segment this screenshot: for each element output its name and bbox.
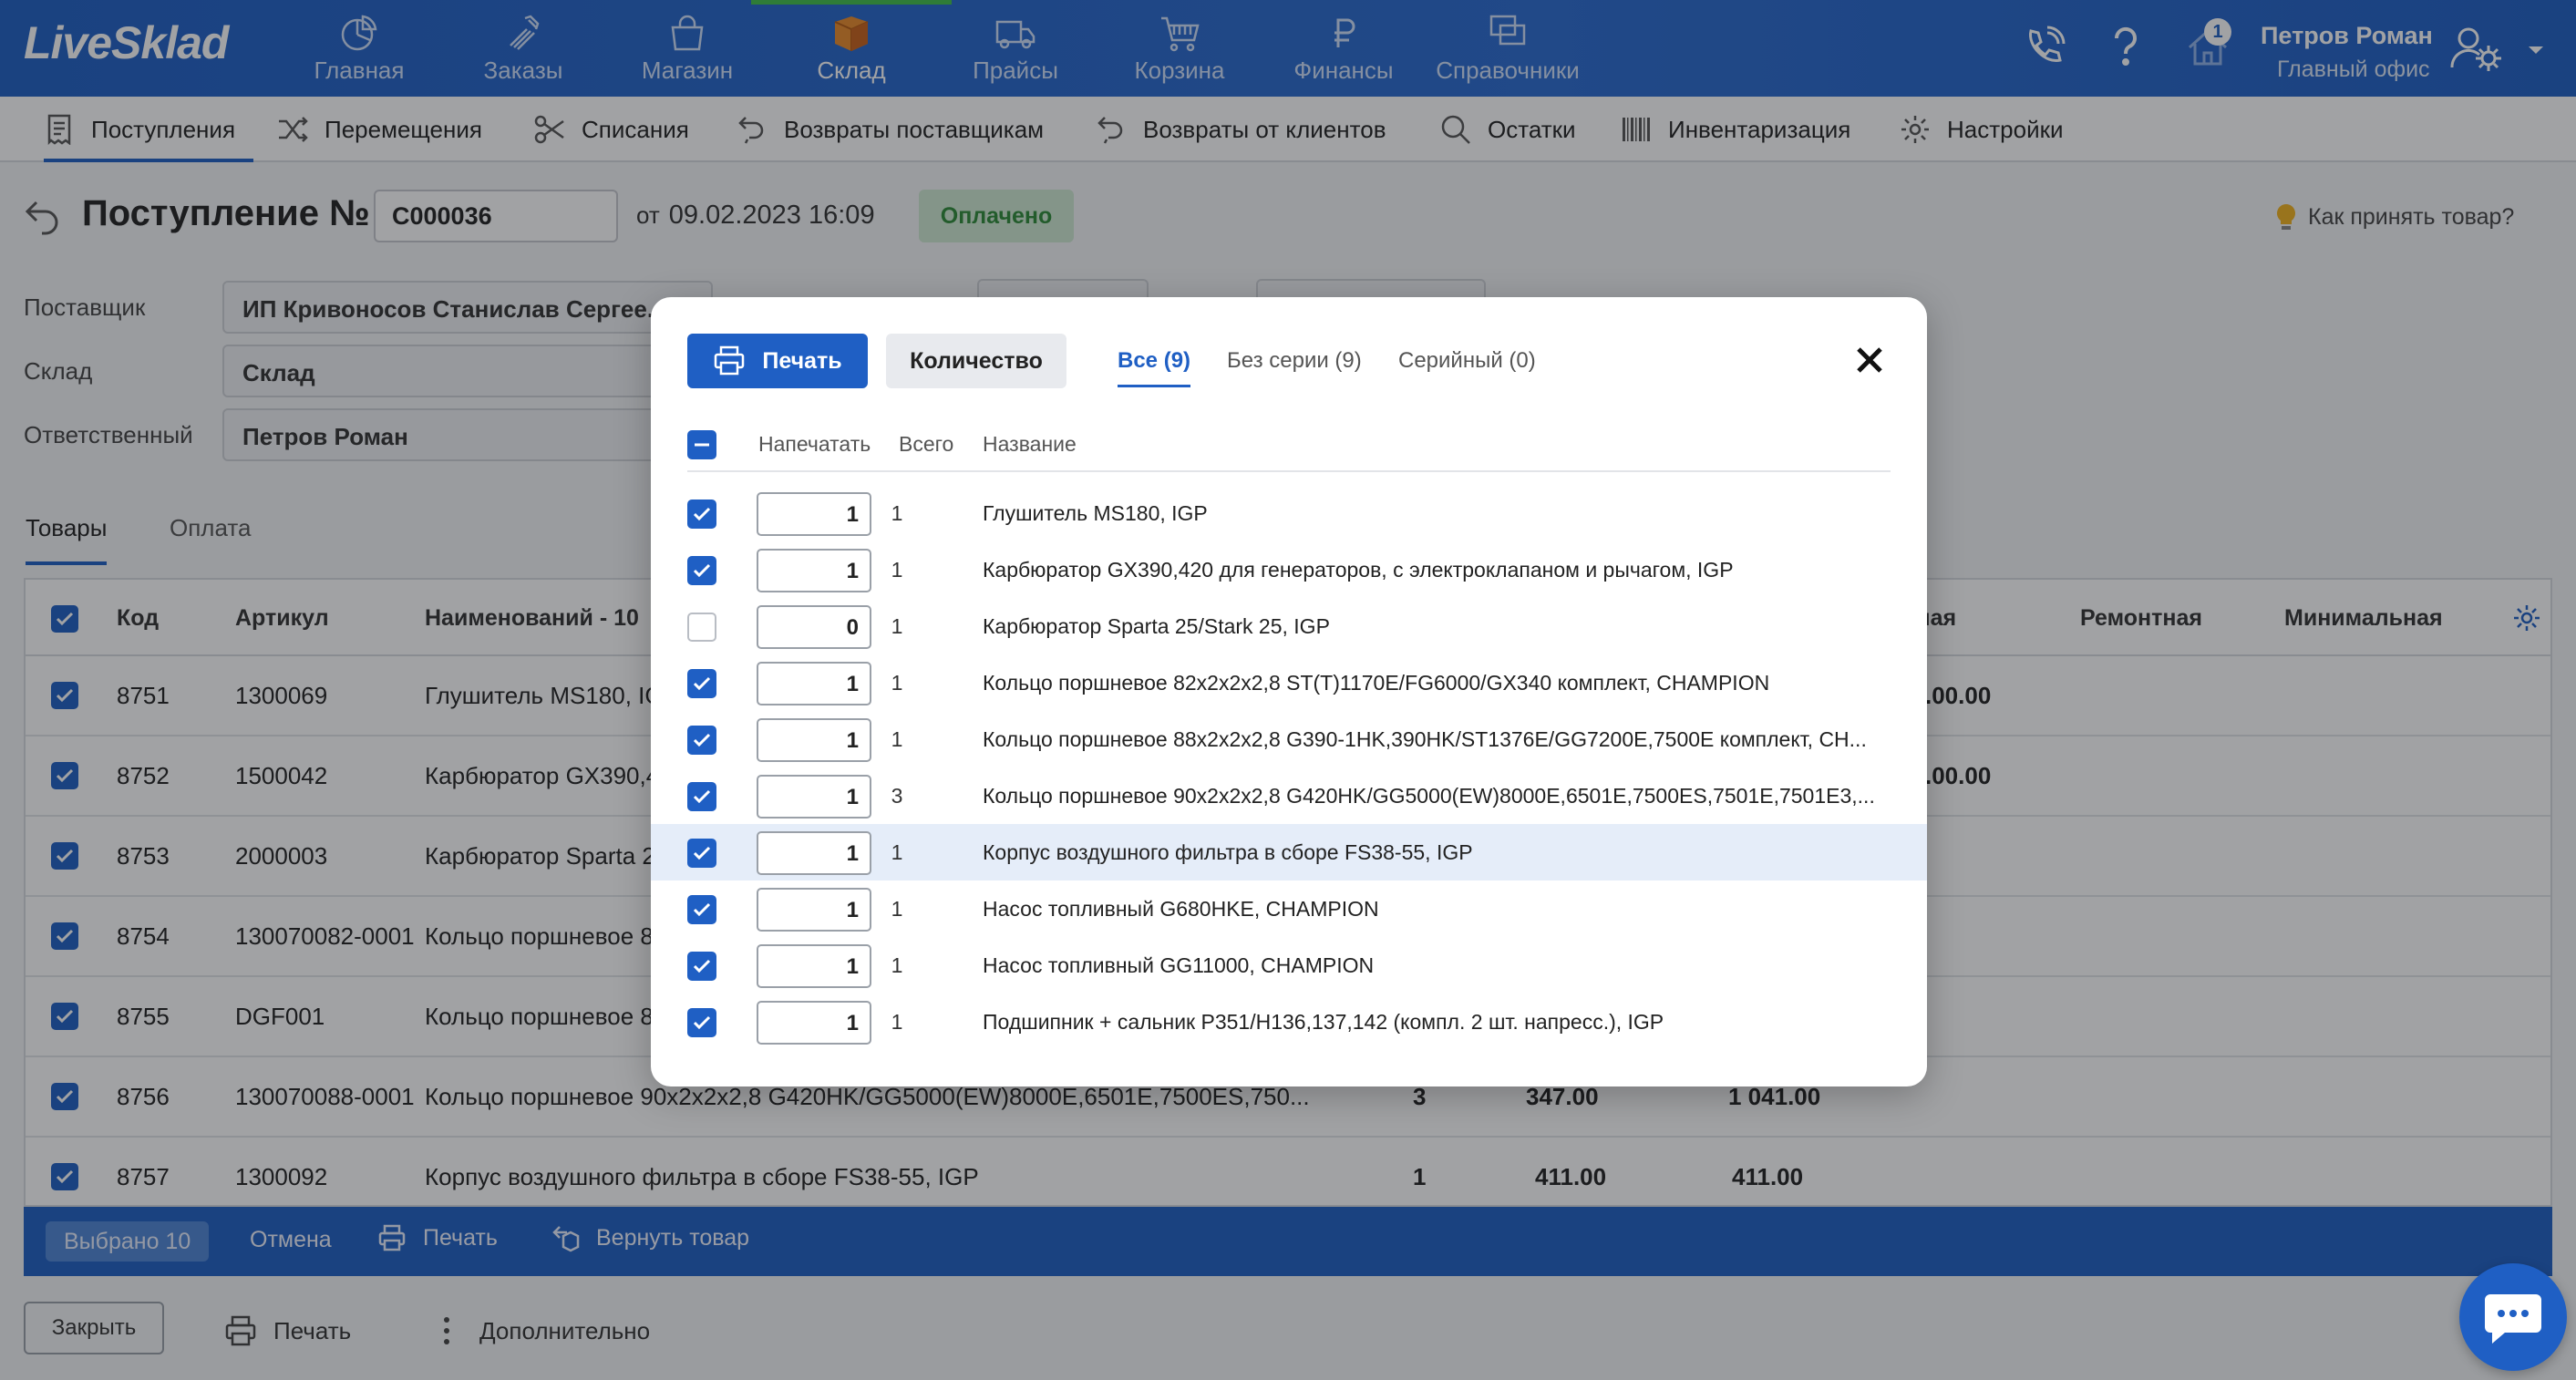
product-name: Корпус воздушного фильтра в сборе FS38-5… <box>983 840 1473 864</box>
modal-row[interactable]: 1 1 Насос топливный G680HKE, CHAMPION <box>651 881 1927 937</box>
modal-row[interactable]: 1 3 Кольцо поршневое 90x2x2x2,8 G420HK/G… <box>651 767 1927 824</box>
row-checkbox[interactable] <box>687 895 716 924</box>
product-name: Подшипник + сальник P351/H136,137,142 (к… <box>983 1010 1664 1034</box>
product-name: Насос топливный G680HKE, CHAMPION <box>983 897 1379 921</box>
row-checkbox[interactable] <box>687 556 716 585</box>
total-count: 1 <box>891 727 903 751</box>
modal-col-print: Напечатать <box>758 432 871 456</box>
check-icon <box>693 507 711 521</box>
check-icon <box>693 1015 711 1030</box>
product-name: Карбюратор Sparta 25/Stark 25, IGP <box>983 614 1330 638</box>
print-quantity-input[interactable]: 1 <box>757 888 871 932</box>
total-count: 1 <box>891 1010 903 1034</box>
print-quantity-input[interactable]: 1 <box>757 775 871 819</box>
modal-print-button[interactable]: Печать <box>687 334 868 388</box>
minus-icon <box>695 443 709 447</box>
modal-row[interactable]: 1 1 Кольцо поршневое 82x2x2x2,8 ST(T)117… <box>651 654 1927 711</box>
check-icon <box>693 902 711 917</box>
product-name: Кольцо поршневое 88x2x2x2,8 G390-1HK,390… <box>983 727 1867 751</box>
row-checkbox[interactable] <box>687 499 716 529</box>
modal-row[interactable]: 1 1 Глушитель MS180, IGP <box>651 485 1927 541</box>
row-checkbox[interactable] <box>687 613 716 642</box>
support-chat-button[interactable] <box>2459 1263 2567 1371</box>
modal-row[interactable]: 1 1 Подшипник + сальник P351/H136,137,14… <box>651 994 1927 1050</box>
print-quantity-input[interactable]: 1 <box>757 662 871 705</box>
check-icon <box>693 676 711 691</box>
total-count: 1 <box>891 953 903 977</box>
modal-quantity-button[interactable]: Количество <box>886 334 1066 388</box>
check-icon <box>693 563 711 578</box>
print-quantity-input[interactable]: 1 <box>757 831 871 875</box>
product-name: Кольцо поршневое 82x2x2x2,8 ST(T)1170E/F… <box>983 671 1770 695</box>
check-icon <box>693 846 711 860</box>
product-name: Насос топливный GG11000, CHAMPION <box>983 953 1375 977</box>
product-name: Глушитель MS180, IGP <box>983 501 1208 525</box>
close-icon[interactable] <box>1854 345 1885 376</box>
print-quantity-input[interactable]: 1 <box>757 492 871 536</box>
printer-icon <box>715 345 745 376</box>
row-checkbox[interactable] <box>687 669 716 698</box>
print-quantity-input[interactable]: 1 <box>757 718 871 762</box>
modal-tab-no-serial[interactable]: Без серии (9) <box>1227 348 1362 374</box>
row-checkbox[interactable] <box>687 1008 716 1037</box>
modal-col-total: Всего <box>899 432 954 456</box>
product-name: Кольцо поршневое 90x2x2x2,8 G420HK/GG500… <box>983 784 1875 808</box>
total-count: 1 <box>891 897 903 921</box>
print-quantity-input[interactable]: 0 <box>757 605 871 649</box>
chat-bubble-icon <box>2485 1294 2541 1344</box>
check-icon <box>693 959 711 973</box>
modal-tab-all[interactable]: Все (9) <box>1118 348 1191 387</box>
row-checkbox[interactable] <box>687 952 716 981</box>
modal-tab-serial[interactable]: Серийный (0) <box>1398 348 1536 374</box>
print-quantity-input[interactable]: 1 <box>757 944 871 988</box>
modal-row[interactable]: 0 1 Карбюратор Sparta 25/Stark 25, IGP <box>651 598 1927 654</box>
divider <box>687 470 1891 472</box>
row-checkbox[interactable] <box>687 839 716 868</box>
modal-row[interactable]: 1 1 Насос топливный GG11000, CHAMPION <box>651 937 1927 994</box>
modal-select-all-checkbox[interactable] <box>687 430 716 459</box>
total-count: 1 <box>891 671 903 695</box>
total-count: 1 <box>891 614 903 638</box>
product-name: Карбюратор GX390,420 для генераторов, с … <box>983 558 1734 582</box>
modal-row[interactable]: 1 1 Корпус воздушного фильтра в сборе FS… <box>651 824 1927 881</box>
total-count: 1 <box>891 840 903 864</box>
modal-row[interactable]: 1 1 Кольцо поршневое 88x2x2x2,8 G390-1HK… <box>651 711 1927 767</box>
print-quantity-input[interactable]: 1 <box>757 1001 871 1045</box>
print-labels-modal: Печать Количество Все (9) Без серии (9) … <box>651 297 1927 1086</box>
modal-col-name: Название <box>983 432 1077 456</box>
row-checkbox[interactable] <box>687 726 716 755</box>
check-icon <box>693 789 711 804</box>
modal-row[interactable]: 1 1 Карбюратор GX390,420 для генераторов… <box>651 541 1927 598</box>
check-icon <box>693 733 711 747</box>
modal-print-label: Печать <box>762 347 842 374</box>
total-count: 1 <box>891 558 903 582</box>
total-count: 3 <box>891 784 903 808</box>
row-checkbox[interactable] <box>687 782 716 811</box>
total-count: 1 <box>891 501 903 525</box>
print-quantity-input[interactable]: 1 <box>757 549 871 592</box>
